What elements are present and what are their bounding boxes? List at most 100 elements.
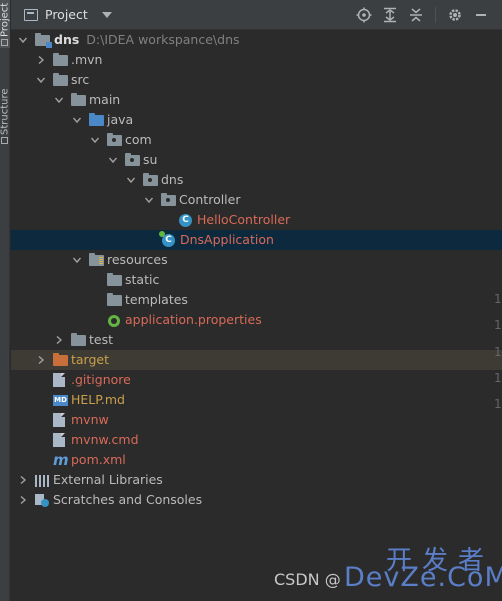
tree-node-java[interactable]: java [11,110,502,130]
chevron-down-icon[interactable] [73,256,81,264]
structure-tab-label: Structure [0,88,10,135]
collapse-all-icon[interactable] [407,6,425,24]
package-icon [125,153,140,166]
tree-node-dns-package[interactable]: dns [11,170,502,190]
spring-boot-app-icon: C [159,231,175,247]
toolbar-divider [435,7,436,23]
chevron-down-icon[interactable] [55,96,63,104]
tree-node-mvnw-cmd[interactable]: mvnw.cmd [11,430,502,450]
chevron-right-icon[interactable] [37,356,45,364]
tree-node-label: com [125,132,152,147]
tree-node-resources[interactable]: resources [11,250,502,270]
tree-node-label: External Libraries [53,472,163,487]
project-tool-tab[interactable]: Project [0,0,10,48]
project-tab-icon [1,38,9,46]
editor-gutter-digit: 1 [494,371,502,385]
tree-node-label: mvnw [71,412,109,427]
tree-node-label: HELP.md [71,392,125,407]
tree-node-application-properties[interactable]: application.properties [11,310,502,330]
tree-node-src[interactable]: src [11,70,502,90]
chevron-down-icon[interactable] [91,136,99,144]
tree-node-label: pom.xml [71,452,126,467]
minimize-icon[interactable] [472,6,490,24]
package-icon [107,133,122,146]
watermark-brand-en: DevZe.CoM [344,562,502,593]
watermark: 开发者 CSDN @ DevZe.CoM [274,540,502,601]
chevron-right-icon[interactable] [19,496,27,504]
tree-node-label: Controller [179,192,241,207]
tree-node-test[interactable]: test [11,330,502,350]
editor-gutter-digit: 1 [494,292,502,306]
tree-node-hello-controller[interactable]: C HelloController [11,210,502,230]
tree-node-target[interactable]: target [11,350,502,370]
chevron-down-icon[interactable] [127,176,135,184]
folder-icon [71,333,86,346]
folder-icon [53,53,68,66]
root-name: dns [54,32,80,47]
watermark-csdn: CSDN @ [274,570,341,589]
tree-node-label: main [89,92,121,107]
tree-node-com[interactable]: com [11,130,502,150]
tree-node-main[interactable]: main [11,90,502,110]
tree-node-label: HelloController [197,212,291,227]
tree-node-scratches[interactable]: Scratches and Consoles [11,490,502,510]
markdown-file-icon: MD [53,395,68,406]
chevron-right-icon[interactable] [19,476,27,484]
tree-node-templates[interactable]: templates [11,290,502,310]
text-file-icon [53,413,65,427]
tree-node-label: templates [125,292,188,307]
chevron-down-icon[interactable] [19,36,27,44]
tree-node-label: target [71,352,110,367]
tree-node-gitignore[interactable]: .gitignore [11,370,502,390]
tree-node-mvnw[interactable]: mvnw [11,410,502,430]
tree-node-dns-application[interactable]: C DnsApplication [11,230,502,250]
chevron-down-icon[interactable] [109,156,117,164]
tree-node-label: java [107,112,134,127]
chevron-down-icon[interactable] [101,11,112,18]
folder-icon [71,93,86,106]
scratches-icon [35,494,49,507]
editor-gutter-digit: 1 [494,397,502,411]
library-icon [35,475,49,487]
editor-gutter-digit: 1 [494,318,502,332]
tree-node-su[interactable]: su [11,150,502,170]
chevron-down-icon[interactable] [37,76,45,84]
panel-toolbar [355,6,490,24]
folder-icon [53,73,68,86]
tree-node-label: DnsApplication [180,232,274,247]
tree-node-label: test [89,332,114,347]
source-folder-icon [89,113,104,126]
package-icon [143,173,158,186]
tree-node-controller[interactable]: Controller [11,190,502,210]
tree-node-pom[interactable]: m pom.xml [11,450,502,470]
project-view-title[interactable]: Project [45,7,88,22]
chevron-right-icon[interactable] [37,56,45,64]
tree-node-mvn[interactable]: .mvn [11,50,502,70]
gear-icon[interactable] [446,6,464,24]
locate-icon[interactable] [355,6,373,24]
chevron-down-icon[interactable] [73,116,81,124]
folder-icon [107,273,122,286]
tree-node-external-libraries[interactable]: External Libraries [11,470,502,490]
project-view-icon [24,8,38,21]
tree-node-help-md[interactable]: MD HELP.md [11,390,502,410]
project-panel-header: Project [11,0,502,30]
tree-node-label: .gitignore [71,372,131,387]
chevron-right-icon[interactable] [55,336,63,344]
tree-node-label: .mvn [71,52,103,67]
tree-node-label: Scratches and Consoles [53,492,203,507]
chevron-down-icon[interactable] [145,196,153,204]
spring-config-icon [108,315,120,327]
structure-tab-icon [1,136,9,144]
left-tool-strip: Project Structure [0,0,10,601]
java-class-icon: C [179,214,192,227]
tree-node-label: src [71,72,90,87]
excluded-folder-icon [53,353,68,366]
structure-tool-tab[interactable]: Structure [0,82,10,150]
expand-all-icon[interactable] [381,6,399,24]
tree-node-static[interactable]: static [11,270,502,290]
tree-node-label: resources [107,252,168,267]
package-icon [161,193,176,206]
text-file-icon [53,433,65,447]
tree-node-dns-root[interactable]: dns D:\IDEA workspance\dns [11,30,502,50]
